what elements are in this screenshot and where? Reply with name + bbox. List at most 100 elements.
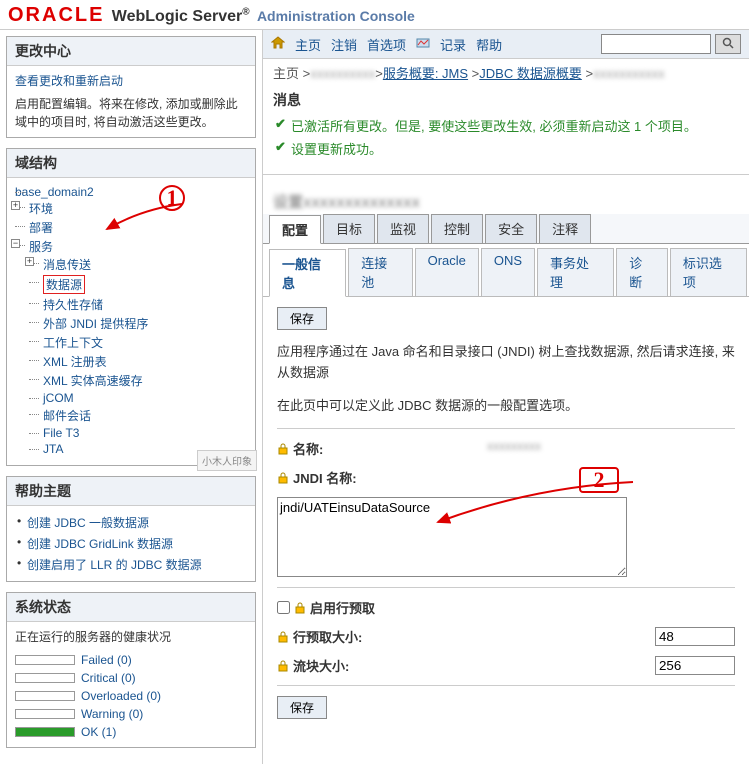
tree-jcom[interactable]: jCOM: [43, 391, 74, 405]
desc-2: 在此页中可以定义此 JDBC 数据源的一般配置选项。: [277, 396, 735, 417]
status-bar-warning: [15, 709, 75, 719]
status-overloaded[interactable]: Overloaded (0): [81, 689, 161, 703]
prefetch-size-label: 行预取大小:: [293, 627, 362, 646]
search-icon: [722, 37, 734, 49]
tab-security[interactable]: 安全: [485, 214, 537, 243]
bc-svc[interactable]: 服务概要: JMS: [383, 66, 468, 81]
view-restart-link[interactable]: 查看更改和重新启动: [15, 74, 123, 88]
tree-msg[interactable]: 消息传送: [43, 258, 91, 272]
status-warning[interactable]: Warning (0): [81, 707, 143, 721]
record-icon: [416, 36, 430, 53]
left-column: 更改中心 查看更改和重新启动 启用配置编辑。将来在修改, 添加或删除此域中的项目…: [0, 30, 262, 764]
tab-monitor[interactable]: 监视: [377, 214, 429, 243]
tree-mail[interactable]: 邮件会话: [43, 409, 91, 423]
name-label: 名称:: [293, 439, 323, 458]
help-link-3[interactable]: 创建启用了 LLR 的 JDBC 数据源: [27, 558, 202, 572]
name-value: xxxxxxxxx: [487, 439, 541, 453]
status-bar-ok: [15, 727, 75, 737]
tree-root[interactable]: base_domain2: [15, 185, 94, 199]
status-failed[interactable]: Failed (0): [81, 653, 132, 667]
tab-target[interactable]: 目标: [323, 214, 375, 243]
save-button-bottom[interactable]: 保存: [277, 696, 327, 719]
status-title: 系统状态: [7, 593, 255, 622]
logout-link[interactable]: 注销: [331, 35, 357, 54]
tree-deploy[interactable]: 部署: [29, 221, 53, 235]
tree-jta[interactable]: JTA: [43, 442, 63, 456]
status-bar-failed: [15, 655, 75, 665]
help-link[interactable]: 帮助: [476, 35, 502, 54]
change-center-title: 更改中心: [7, 37, 255, 66]
tab-diag[interactable]: 诊断: [616, 248, 668, 296]
jndi-name-input[interactable]: [277, 497, 627, 577]
tree-xml[interactable]: XML 注册表: [43, 355, 107, 369]
help-title: 帮助主题: [7, 477, 255, 506]
tab-control[interactable]: 控制: [431, 214, 483, 243]
annotation-2: 2: [579, 467, 619, 493]
lock-icon: [277, 472, 289, 484]
product-name: WebLogic Server®: [112, 8, 250, 25]
lock-icon: [277, 631, 289, 643]
tree-jndi[interactable]: 外部 JNDI 提供程序: [43, 317, 148, 331]
watermark: 小木人印象: [197, 450, 257, 471]
annotation-1: 1: [159, 185, 185, 211]
change-center-portlet: 更改中心 查看更改和重新启动 启用配置编辑。将来在修改, 添加或删除此域中的项目…: [6, 36, 256, 138]
tabs-level1: 配置 目标 监视 控制 安全 注释: [263, 214, 749, 244]
home-link[interactable]: 主页: [295, 35, 321, 54]
stream-size-input[interactable]: [655, 656, 735, 675]
help-link-2[interactable]: 创建 JDBC GridLink 数据源: [27, 537, 173, 551]
tab-pool[interactable]: 连接池: [348, 248, 412, 296]
tree-xmlec[interactable]: XML 实体高速缓存: [43, 374, 143, 388]
brand-logo: ORACLE: [8, 4, 104, 26]
tree-wctx[interactable]: 工作上下文: [43, 336, 103, 350]
change-center-text: 启用配置编辑。将来在修改, 添加或删除此域中的项目时, 将自动激活这些更改。: [15, 95, 247, 131]
home-icon: [271, 36, 285, 53]
row-prefetch-checkbox[interactable]: [277, 601, 290, 614]
bc-home: 主页: [273, 66, 299, 81]
status-bar-critical: [15, 673, 75, 683]
domain-struct-portlet: 域结构 base_domain2 + 环境 部署 −服务 + 消息传送 数据源 持久…: [6, 148, 256, 466]
status-portlet: 系统状态 正在运行的服务器的健康状况 Failed (0) Critical (…: [6, 592, 256, 748]
search-input[interactable]: [601, 34, 711, 54]
domain-struct-title: 域结构: [7, 149, 255, 178]
messages-section: 消息 已激活所有更改。但是, 要使这些更改生效, 必须重新启动这 1 个项目。 …: [263, 86, 749, 164]
tab-oracle[interactable]: Oracle: [415, 248, 479, 296]
bc-blur1: xxxxxxxxxx: [310, 66, 375, 81]
desc-1: 应用程序通过在 Java 命名和目录接口 (JNDI) 树上查找数据源, 然后请…: [277, 342, 735, 384]
settings-title: 设置xxxxxxxxxxxxxx: [263, 185, 749, 214]
tree-env[interactable]: 环境: [29, 202, 53, 216]
bc-jdbc[interactable]: JDBC 数据源概要: [479, 66, 582, 81]
help-link-1[interactable]: 创建 JDBC 一般数据源: [27, 516, 149, 530]
messages-title: 消息: [273, 90, 739, 110]
tab-general[interactable]: 一般信息: [269, 249, 346, 297]
bc-blur2: xxxxxxxxxxx: [593, 66, 665, 81]
status-bar-overloaded: [15, 691, 75, 701]
tree-pers[interactable]: 持久性存储: [43, 298, 103, 312]
logo-bar: ORACLE WebLogic Server® Administration C…: [0, 0, 749, 30]
tabs-level2: 一般信息 连接池 Oracle ONS 事务处理 诊断 标识选项: [263, 244, 749, 297]
tab-ident[interactable]: 标识选项: [670, 248, 747, 296]
record-link[interactable]: 记录: [440, 35, 466, 54]
prefetch-size-input[interactable]: [655, 627, 735, 646]
tree-filet3[interactable]: File T3: [43, 426, 79, 440]
tab-ons[interactable]: ONS: [481, 248, 535, 296]
tree-services[interactable]: 服务: [29, 240, 53, 254]
search-button[interactable]: [715, 34, 741, 54]
message-1: 已激活所有更改。但是, 要使这些更改生效, 必须重新启动这 1 个项目。: [273, 114, 739, 137]
tab-config[interactable]: 配置: [269, 215, 321, 244]
status-running: 正在运行的服务器的健康状况: [15, 628, 247, 645]
save-button-top[interactable]: 保存: [277, 307, 327, 330]
tab-notes[interactable]: 注释: [539, 214, 591, 243]
expand-icon[interactable]: +: [25, 257, 34, 266]
toolbar: 主页 注销 首选项 记录 帮助: [263, 30, 749, 59]
tree-datasource[interactable]: 数据源: [46, 278, 82, 292]
tab-tx[interactable]: 事务处理: [537, 248, 614, 296]
status-ok[interactable]: OK (1): [81, 725, 116, 739]
stream-label: 流块大小:: [293, 656, 349, 675]
collapse-icon[interactable]: −: [11, 239, 20, 248]
lock-icon: [277, 660, 289, 672]
expand-icon[interactable]: +: [11, 201, 20, 210]
status-critical[interactable]: Critical (0): [81, 671, 136, 685]
prefs-link[interactable]: 首选项: [367, 35, 406, 54]
jndi-label: JNDI 名称:: [293, 468, 357, 487]
console-title: Administration Console: [257, 8, 415, 24]
